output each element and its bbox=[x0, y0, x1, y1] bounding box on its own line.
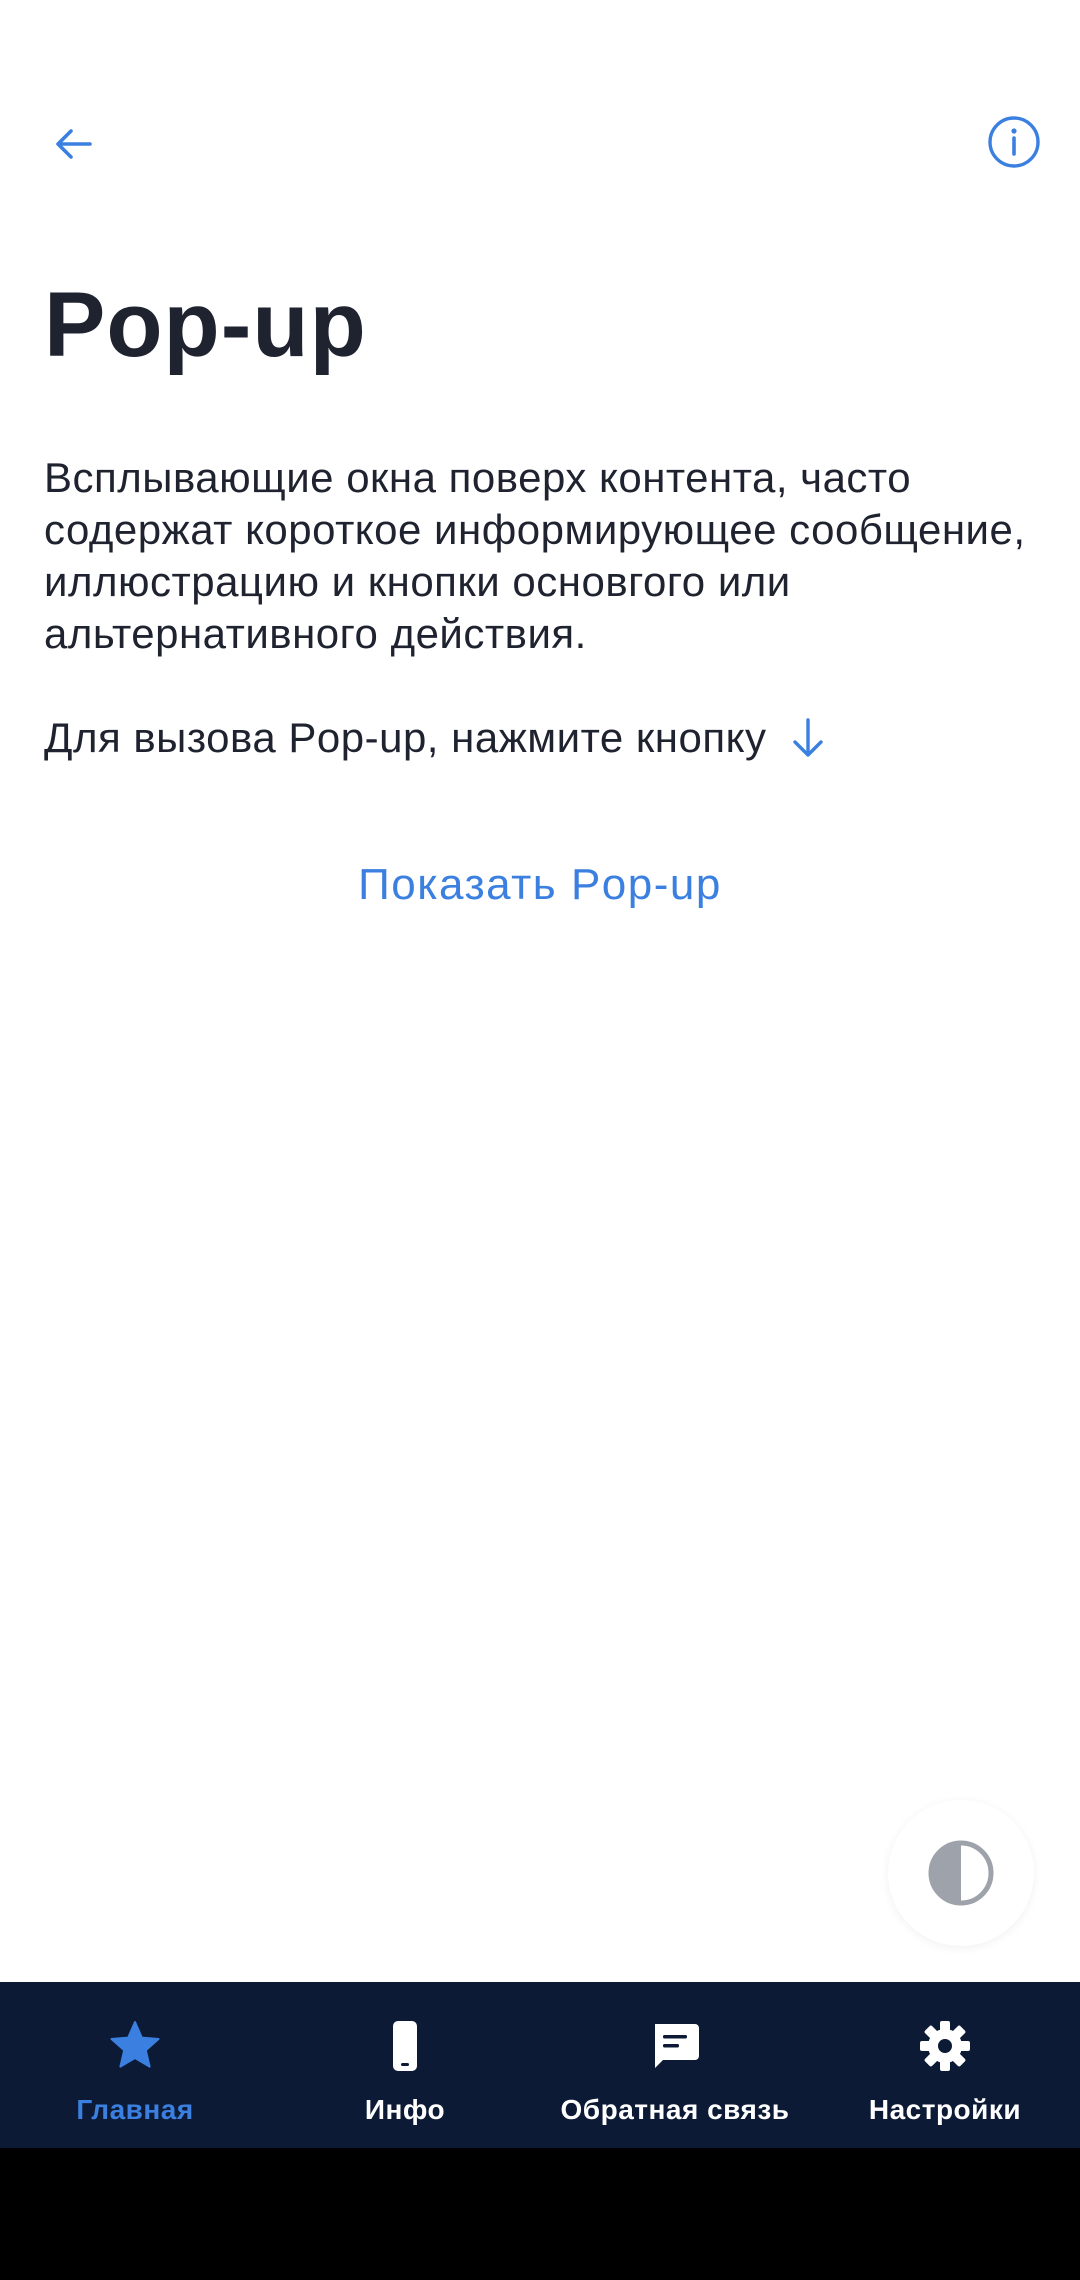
chat-icon bbox=[645, 2016, 705, 2076]
info-button[interactable] bbox=[984, 112, 1044, 172]
system-navigation-bar bbox=[0, 2148, 1080, 2280]
star-icon bbox=[105, 2016, 165, 2076]
bottom-navigation: Главная Инфо Обратная связь Настройки bbox=[0, 1982, 1080, 2148]
popup-hint: Для вызова Pop-up, нажмите кнопку bbox=[44, 710, 828, 766]
info-circle-icon bbox=[988, 116, 1040, 168]
nav-item-settings[interactable]: Настройки bbox=[810, 1982, 1080, 2148]
phone-icon bbox=[375, 2016, 435, 2076]
gear-icon bbox=[915, 2016, 975, 2076]
theme-toggle-button[interactable] bbox=[888, 1800, 1034, 1946]
page-title: Pop-up bbox=[44, 274, 367, 376]
nav-label-home: Главная bbox=[76, 2094, 194, 2125]
nav-item-feedback[interactable]: Обратная связь bbox=[540, 1982, 810, 2148]
show-popup-button[interactable]: Показать Pop-up bbox=[0, 850, 1080, 920]
popup-hint-text: Для вызова Pop-up, нажмите кнопку bbox=[44, 714, 767, 761]
page-description: Всплывающие окна поверх контента, часто … bbox=[44, 454, 1026, 657]
nav-label-feedback: Обратная связь bbox=[560, 2094, 790, 2125]
top-app-bar bbox=[0, 0, 1080, 200]
arrow-left-icon bbox=[56, 129, 92, 159]
contrast-icon bbox=[928, 1840, 994, 1906]
back-button[interactable] bbox=[44, 114, 104, 174]
nav-item-home[interactable]: Главная bbox=[0, 1982, 270, 2148]
nav-item-info[interactable]: Инфо bbox=[270, 1982, 540, 2148]
arrow-down-icon bbox=[788, 716, 828, 760]
nav-label-info: Инфо bbox=[364, 2094, 446, 2125]
nav-label-settings: Настройки bbox=[868, 2094, 1022, 2125]
